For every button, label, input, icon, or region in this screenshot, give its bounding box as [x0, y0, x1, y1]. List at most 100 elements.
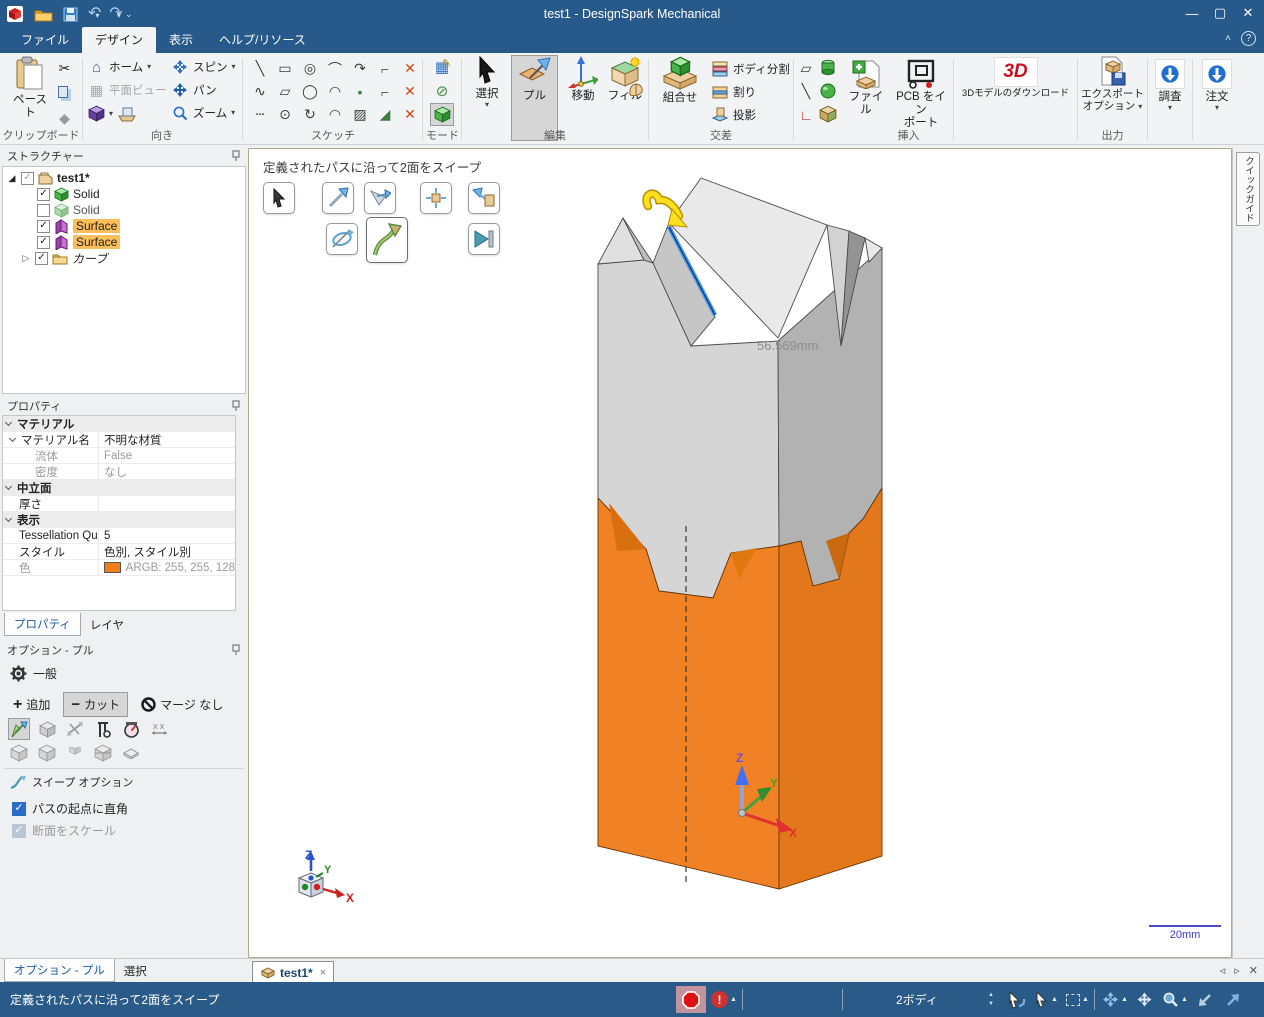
blend-icon[interactable]: [627, 81, 645, 99]
spin-button[interactable]: スピン ▾: [172, 59, 236, 75]
qat-customize-button[interactable]: ⌄: [125, 9, 133, 20]
insert-plane-icon[interactable]: ▱: [795, 57, 817, 80]
view-cube-button[interactable]: ▾: [88, 105, 139, 122]
sketch-arc3-icon[interactable]: ◠: [323, 103, 347, 126]
split-body-button[interactable]: ボディ分割: [712, 61, 790, 77]
expander-collapsed-icon[interactable]: ▷: [21, 253, 31, 264]
solid-mode-icon[interactable]: [430, 103, 454, 126]
tab-scroll-left-icon[interactable]: ◃: [1220, 964, 1226, 977]
section-neutral-plane[interactable]: 中立面: [3, 480, 235, 496]
section-material[interactable]: マテリアル: [3, 416, 235, 432]
sketch-spline-icon[interactable]: ∿: [248, 80, 272, 103]
tab-design[interactable]: デザイン: [82, 27, 157, 53]
zoom-out-arrow[interactable]: [1196, 982, 1214, 1017]
both-sides-icon[interactable]: [64, 718, 86, 740]
cube-right-dot[interactable]: [313, 883, 321, 891]
insert-axis-icon[interactable]: ∟: [795, 103, 817, 126]
sweep-options-row[interactable]: スイープ オプション: [10, 774, 133, 790]
order-button[interactable]: 注文 ▾: [1194, 59, 1240, 112]
export-options-button[interactable]: エクスポート オプション ▾: [1079, 56, 1146, 112]
project-button[interactable]: 投影: [712, 107, 756, 123]
insert-cylinder-icon[interactable]: [819, 59, 837, 77]
checkbox-solid2[interactable]: [37, 203, 50, 217]
investigate-button[interactable]: 調査 ▾: [1149, 59, 1191, 112]
close-button[interactable]: ✕: [1234, 0, 1262, 26]
spin-tool-status[interactable]: ▲: [1102, 982, 1128, 1017]
tree-row-solid1[interactable]: ✓ Solid: [3, 186, 245, 202]
sketch-mode-icon[interactable]: ▦ ✎: [430, 55, 454, 78]
pull-half-icon[interactable]: [64, 742, 86, 764]
pull-both-icon[interactable]: [36, 742, 58, 764]
sketch-rectangle-icon[interactable]: ▭: [273, 57, 297, 80]
cube-left-dot[interactable]: [301, 883, 309, 891]
property-row[interactable]: 密度 なし: [3, 464, 235, 480]
insert-shell-icon[interactable]: [819, 105, 837, 123]
sketch-offset-icon[interactable]: ↻: [298, 103, 322, 126]
paste-button[interactable]: ペースト: [8, 56, 52, 120]
ribbon-collapse-icon[interactable]: ˄: [1225, 33, 1231, 44]
sketch-sweep-arc-icon[interactable]: ◠: [323, 80, 347, 103]
sketch-split-icon[interactable]: ✕: [398, 80, 422, 103]
tab-file[interactable]: ファイル: [8, 27, 82, 53]
expander-expanded-icon[interactable]: ◢: [7, 173, 17, 184]
tab-properties[interactable]: プロパティ: [4, 613, 81, 636]
checkbox-solid1[interactable]: ✓: [37, 187, 50, 201]
full-pull-icon[interactable]: [8, 742, 30, 764]
cut-mode-button[interactable]: − カット: [63, 692, 129, 717]
cube-top-dot[interactable]: [308, 875, 314, 881]
open-button[interactable]: [34, 7, 53, 22]
property-row[interactable]: スタイル 色別, スタイル別: [3, 544, 235, 560]
ruler-dimension-icon[interactable]: X X: [148, 718, 170, 740]
sketch-point-icon[interactable]: •: [348, 80, 372, 103]
view-orientation-cube[interactable]: Z Y X: [283, 849, 355, 917]
tab-help[interactable]: ヘルプ/リソース: [206, 27, 319, 53]
3d-model[interactable]: 56.569mm Z Y X: [249, 149, 1231, 957]
undo-button[interactable]: ↶▾: [88, 6, 101, 22]
sketch-project-icon[interactable]: ◢: [373, 103, 397, 126]
status-spinner[interactable]: ▲ ▼: [988, 982, 994, 1017]
copy-button[interactable]: [58, 86, 68, 98]
zoom-in-arrow[interactable]: [1224, 982, 1242, 1017]
sketch-tangent-arc-icon[interactable]: ⌒: [323, 57, 347, 80]
zoom-button[interactable]: ズーム ▾: [172, 105, 235, 121]
sketch-delete-icon[interactable]: ✕: [398, 103, 422, 126]
maximize-button[interactable]: ▢: [1206, 0, 1234, 26]
checkbox-row-perpendicular[interactable]: ✓ パスの起点に直角: [12, 800, 128, 817]
pin-icon[interactable]: [231, 149, 241, 162]
checkbox-surface1[interactable]: ✓: [37, 219, 50, 233]
tab-layers[interactable]: レイヤ: [81, 614, 133, 636]
pin-icon[interactable]: [231, 643, 241, 656]
pan-button[interactable]: パン: [172, 82, 217, 98]
redo-button[interactable]: ↷▾: [109, 6, 122, 22]
property-row-color[interactable]: 色 ARGB: 255, 255, 128: [3, 560, 235, 576]
pull-face-icon[interactable]: [36, 718, 58, 740]
tab-view[interactable]: 表示: [156, 27, 206, 53]
section-display[interactable]: 表示: [3, 512, 235, 528]
cut-button[interactable]: ✂: [56, 61, 73, 75]
add-button[interactable]: + 追加: [6, 693, 57, 716]
format-painter-button[interactable]: ◆: [56, 111, 73, 125]
sketch-fillet-icon[interactable]: ⌐: [373, 57, 397, 80]
tree-row-surface1[interactable]: ✓ Surface: [3, 218, 245, 234]
pull-slab-icon[interactable]: [120, 742, 142, 764]
sketch-trim-icon[interactable]: ✕: [398, 57, 422, 80]
tree-row-solid2[interactable]: Solid: [3, 202, 245, 218]
plan-view-button[interactable]: ▦ 平面ビュー: [88, 82, 167, 98]
pin-icon[interactable]: [231, 399, 241, 412]
help-icon[interactable]: ?: [1241, 31, 1256, 46]
sketch-line-icon[interactable]: ╲: [248, 57, 272, 80]
sketch-ellipse-icon[interactable]: ◯: [298, 80, 322, 103]
zoom-tool-status[interactable]: ▲: [1162, 982, 1188, 1017]
tab-list-close-icon[interactable]: ✕: [1249, 964, 1258, 977]
property-row[interactable]: 流体 False: [3, 448, 235, 464]
checkbox-curves[interactable]: ✓: [35, 251, 48, 265]
pan-tool-status[interactable]: [1136, 982, 1153, 1017]
error-indicator[interactable]: ! ▲: [711, 982, 737, 1017]
checkbox-row-scale-section[interactable]: ✓ 断面をスケール: [12, 822, 116, 839]
checkbox-root[interactable]: ✓: [21, 171, 34, 185]
document-tab-test1[interactable]: test1* ×: [252, 961, 335, 983]
no-merge-button[interactable]: マージ なし: [134, 693, 230, 716]
tab-options-pull[interactable]: オプション - プル: [4, 959, 115, 982]
split-face-button[interactable]: 割り: [712, 84, 756, 100]
pull-stack-icon[interactable]: [92, 742, 114, 764]
